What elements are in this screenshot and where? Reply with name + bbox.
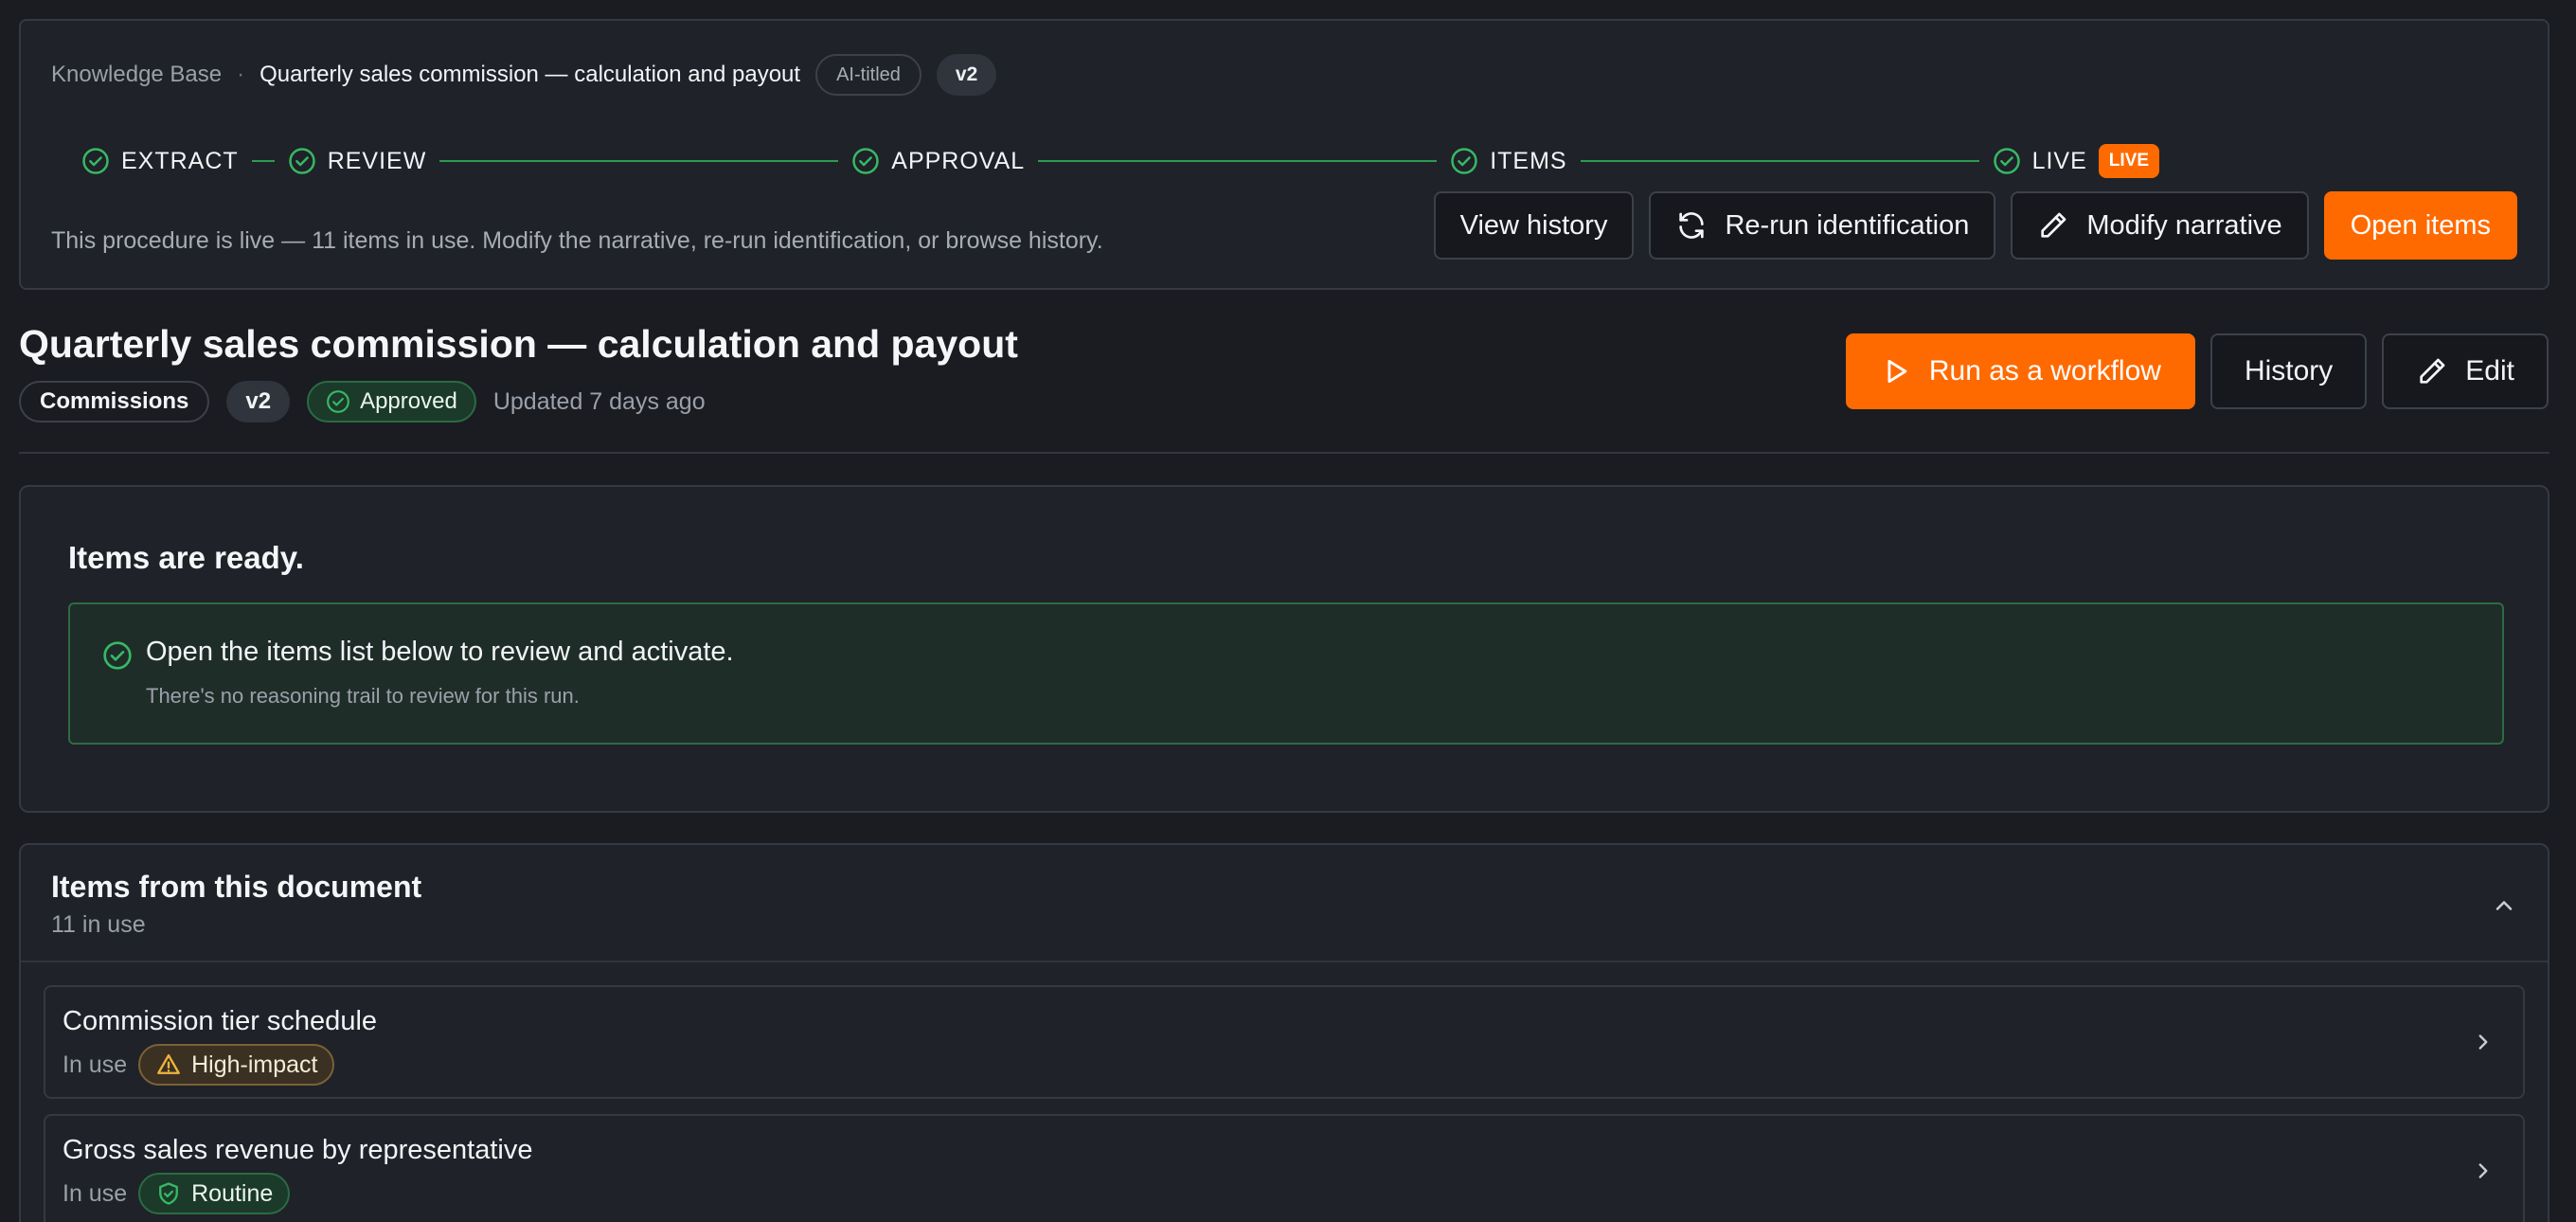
row-chevron bbox=[2464, 1152, 2502, 1190]
items-ready-banner: Open the items list below to review and … bbox=[68, 602, 2504, 745]
status-actions: View history Re-run identification Modif… bbox=[1433, 191, 2517, 260]
version-tag: v2 bbox=[226, 381, 291, 422]
pipeline-stepper: EXTRACT REVIEW APPROVAL ITEMS LIVE LIVE bbox=[81, 142, 2159, 180]
step-review: REVIEW bbox=[288, 147, 427, 175]
item-name: Commission tier schedule bbox=[63, 1006, 378, 1036]
item-status: In use bbox=[63, 1179, 128, 1207]
step-label: LIVE bbox=[2031, 147, 2087, 174]
step-connector bbox=[439, 160, 839, 162]
header-actions: Run as a workflow History Edit bbox=[1845, 333, 2549, 409]
chevron-right-icon bbox=[2478, 1034, 2488, 1050]
pencil-icon bbox=[2041, 212, 2066, 238]
check-circle-icon bbox=[327, 390, 349, 413]
item-row[interactable]: Gross sales revenue by representative In… bbox=[44, 1114, 2525, 1222]
procedure-meta: Commissions v2 Approved Updated 7 days a… bbox=[19, 381, 706, 422]
item-row[interactable]: Commission tier schedule In use High-imp… bbox=[44, 985, 2525, 1099]
edit-label: Edit bbox=[2465, 355, 2514, 386]
items-ready-subtext: There's no reasoning trail to review for… bbox=[146, 684, 580, 708]
items-list-card: Items from this document 11 in use Commi… bbox=[19, 843, 2549, 1222]
item-name: Gross sales revenue by representative bbox=[63, 1135, 533, 1165]
refresh-icon bbox=[1679, 212, 1705, 239]
updated-timestamp: Updated 7 days ago bbox=[492, 387, 706, 415]
step-approval: APPROVAL bbox=[851, 147, 1025, 175]
page-title: Quarterly sales commission — calculation… bbox=[19, 322, 1018, 366]
items-count: 11 in use bbox=[51, 911, 146, 938]
approval-status-badge: Approved bbox=[307, 381, 476, 422]
check-circle-icon bbox=[288, 148, 315, 174]
items-ready-heading: Items are ready. bbox=[68, 540, 304, 575]
step-label: APPROVAL bbox=[891, 147, 1026, 174]
open-items-button[interactable]: Open items bbox=[2323, 191, 2517, 260]
row-chevron bbox=[2464, 1023, 2502, 1061]
check-circle-icon bbox=[852, 148, 880, 174]
impact-label: High-impact bbox=[191, 1051, 318, 1078]
collapse-toggle[interactable] bbox=[2485, 887, 2523, 925]
step-connector bbox=[1580, 160, 1979, 162]
check-circle-icon bbox=[82, 148, 109, 174]
shield-check-icon bbox=[159, 1182, 179, 1205]
check-circle-icon bbox=[1993, 148, 2020, 174]
pencil-icon bbox=[2420, 358, 2445, 384]
modify-narrative-label: Modify narrative bbox=[2086, 209, 2282, 241]
modify-narrative-button[interactable]: Modify narrative bbox=[2011, 191, 2309, 260]
item-meta: In use Routine bbox=[63, 1173, 291, 1214]
category-tag: Commissions bbox=[19, 381, 210, 422]
version-chip: v2 bbox=[936, 54, 997, 96]
view-history-label: View history bbox=[1459, 209, 1608, 241]
step-label: REVIEW bbox=[327, 147, 427, 174]
check-circle-icon bbox=[1451, 148, 1477, 174]
breadcrumb-separator: · bbox=[237, 62, 245, 87]
check-circle-icon bbox=[103, 641, 132, 670]
impact-badge: High-impact bbox=[138, 1044, 335, 1086]
header-divider bbox=[19, 452, 2549, 454]
item-status: In use bbox=[63, 1051, 128, 1078]
step-label: ITEMS bbox=[1490, 147, 1567, 174]
step-label: EXTRACT bbox=[121, 147, 239, 174]
live-badge: LIVE bbox=[2098, 144, 2159, 178]
item-meta: In use High-impact bbox=[63, 1044, 335, 1086]
step-connector bbox=[251, 160, 275, 162]
items-ready-card: Items are ready. Open the items list bel… bbox=[19, 485, 2549, 813]
items-list-title: Items from this document bbox=[51, 870, 422, 904]
step-extract: EXTRACT bbox=[81, 147, 239, 175]
history-button[interactable]: History bbox=[2209, 333, 2368, 409]
approval-status-label: Approved bbox=[360, 388, 457, 414]
edit-button[interactable]: Edit bbox=[2382, 333, 2549, 409]
chevron-right-icon bbox=[2478, 1163, 2488, 1178]
items-ready-message: Open the items list below to review and … bbox=[146, 637, 734, 667]
open-items-label: Open items bbox=[2350, 209, 2491, 241]
impact-label: Routine bbox=[191, 1179, 274, 1207]
chevron-up-icon bbox=[2496, 901, 2513, 910]
ai-titled-chip: AI-titled bbox=[815, 54, 921, 96]
items-list-header[interactable]: Items from this document 11 in use bbox=[21, 845, 2548, 962]
history-label: History bbox=[2244, 355, 2334, 386]
warning-triangle-icon bbox=[157, 1053, 181, 1074]
step-items: ITEMS bbox=[1450, 147, 1566, 175]
impact-badge: Routine bbox=[138, 1173, 291, 1214]
rerun-identification-button[interactable]: Re-run identification bbox=[1649, 191, 1996, 260]
run-as-workflow-button[interactable]: Run as a workflow bbox=[1845, 333, 2195, 409]
breadcrumb-root-link[interactable]: Knowledge Base bbox=[51, 62, 222, 88]
breadcrumb-current: Quarterly sales commission — calculation… bbox=[259, 62, 801, 87]
status-message: This procedure is live — 11 items in use… bbox=[51, 227, 1103, 254]
breadcrumb: Knowledge Base · Quarterly sales commiss… bbox=[51, 53, 997, 97]
items-list-divider bbox=[21, 961, 2548, 962]
play-icon bbox=[1887, 359, 1907, 384]
rerun-identification-label: Re-run identification bbox=[1725, 209, 1970, 241]
step-live: LIVE LIVE bbox=[1993, 144, 2159, 178]
page: Knowledge Base · Quarterly sales commiss… bbox=[0, 0, 2576, 1222]
procedure-status-card: Knowledge Base · Quarterly sales commiss… bbox=[19, 19, 2549, 290]
view-history-button[interactable]: View history bbox=[1433, 191, 1635, 260]
step-connector bbox=[1038, 160, 1438, 162]
run-as-workflow-label: Run as a workflow bbox=[1928, 355, 2161, 386]
